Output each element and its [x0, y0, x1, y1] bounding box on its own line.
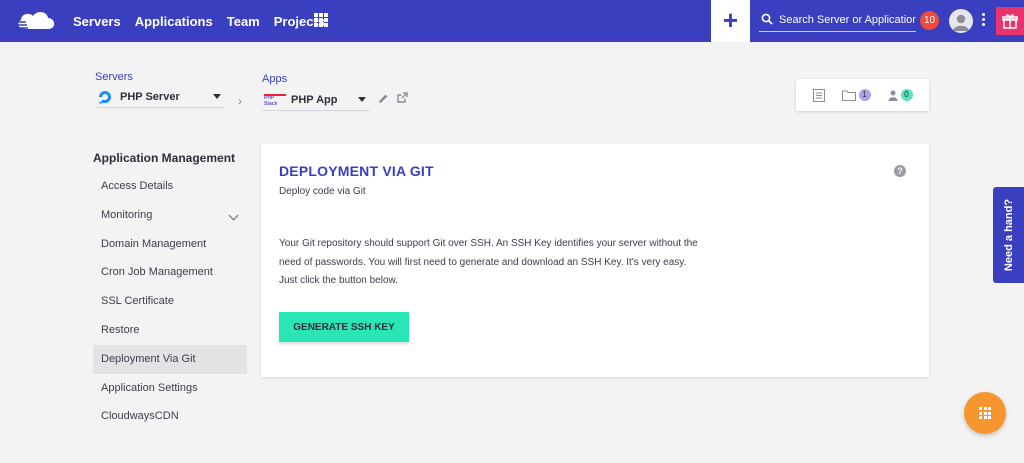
sidebar-item-cloudwayscdn[interactable]: CloudwaysCDN	[93, 402, 247, 431]
nav-applications[interactable]: Applications	[135, 14, 213, 29]
search-box	[759, 10, 916, 32]
deployment-card: DEPLOYMENT VIA GIT Deploy code via Git ?…	[261, 144, 929, 377]
main-nav: Servers Applications Team Projects	[73, 0, 325, 42]
users-count-badge: 0	[900, 89, 913, 101]
cloudways-logo-icon[interactable]	[12, 9, 60, 33]
chevron-down-icon	[358, 97, 366, 102]
app-counters: 1 0	[796, 79, 929, 111]
user-avatar-icon[interactable]	[949, 9, 973, 33]
sidebar-item-access-details[interactable]: Access Details	[93, 172, 247, 201]
php-stack-logo: PHP Stack	[264, 94, 286, 105]
server-select[interactable]: PHP Server	[95, 86, 225, 108]
chevron-down-icon[interactable]	[228, 210, 239, 221]
edit-pencil-icon[interactable]	[378, 93, 389, 104]
description-line: Just click the button below.	[279, 275, 398, 286]
sidebar-item-restore[interactable]: Restore	[93, 316, 247, 345]
sidebar-item-domain-management[interactable]: Domain Management	[93, 230, 247, 259]
apps-grid-icon[interactable]	[314, 13, 328, 27]
add-button[interactable]: +	[711, 0, 750, 42]
list-icon	[812, 88, 825, 102]
generate-ssh-key-button[interactable]: GENERATE SSH KEY	[279, 312, 409, 342]
digitalocean-icon	[99, 90, 111, 104]
search-input[interactable]	[779, 10, 916, 30]
top-navigation-bar: Servers Applications Team Projects + 10	[0, 0, 1024, 42]
sidebar-item-application-settings[interactable]: Application Settings	[93, 374, 247, 403]
help-icon[interactable]: ?	[894, 165, 906, 177]
grid-icon	[979, 407, 991, 419]
apps-label: Apps	[262, 73, 288, 85]
description-line: need of passwords. You will first need t…	[279, 256, 687, 268]
search-icon	[761, 13, 773, 25]
need-a-hand-label: Need a hand?	[1002, 198, 1015, 272]
servers-label: Servers	[95, 71, 133, 83]
folder-icon	[841, 90, 856, 101]
gift-icon[interactable]	[996, 7, 1024, 35]
quick-menu-button[interactable]	[964, 392, 1006, 434]
need-a-hand-tab[interactable]: Need a hand?	[993, 187, 1024, 283]
app-value: PHP App	[291, 93, 338, 106]
list-view-button[interactable]	[812, 88, 825, 102]
sidebar-title: Application Management	[93, 151, 236, 165]
app-select[interactable]: PHP Stack PHP App	[262, 89, 370, 111]
sidebar-item-deployment-via-git[interactable]: Deployment Via Git	[93, 344, 247, 374]
description-text: Your Git repository should support Git o…	[279, 235, 729, 291]
sidebar-menu: Access Details Monitoring Domain Managem…	[93, 172, 247, 431]
description-line: Your Git repository should support Git o…	[279, 238, 698, 249]
sidebar-item-monitoring[interactable]: Monitoring	[93, 201, 247, 230]
files-count-badge: 1	[858, 89, 871, 101]
more-options-icon[interactable]	[982, 13, 986, 29]
page-title: DEPLOYMENT VIA GIT	[279, 163, 434, 179]
users-counter[interactable]: 0	[888, 89, 913, 101]
external-link-icon[interactable]	[397, 92, 408, 103]
chevron-down-icon	[213, 94, 221, 99]
nav-team[interactable]: Team	[227, 14, 260, 29]
notification-badge[interactable]: 10	[920, 11, 939, 30]
user-icon	[888, 90, 897, 101]
server-value: PHP Server	[120, 90, 180, 103]
page-subtitle: Deploy code via Git	[279, 186, 366, 197]
chevron-right-icon: ›	[238, 94, 242, 108]
files-counter[interactable]: 1	[841, 89, 871, 101]
sidebar-item-ssl-certificate[interactable]: SSL Certificate	[93, 287, 247, 316]
nav-servers[interactable]: Servers	[73, 14, 121, 29]
sidebar-item-label: Monitoring	[101, 208, 153, 221]
sidebar-item-cron-job-management[interactable]: Cron Job Management	[93, 258, 247, 287]
